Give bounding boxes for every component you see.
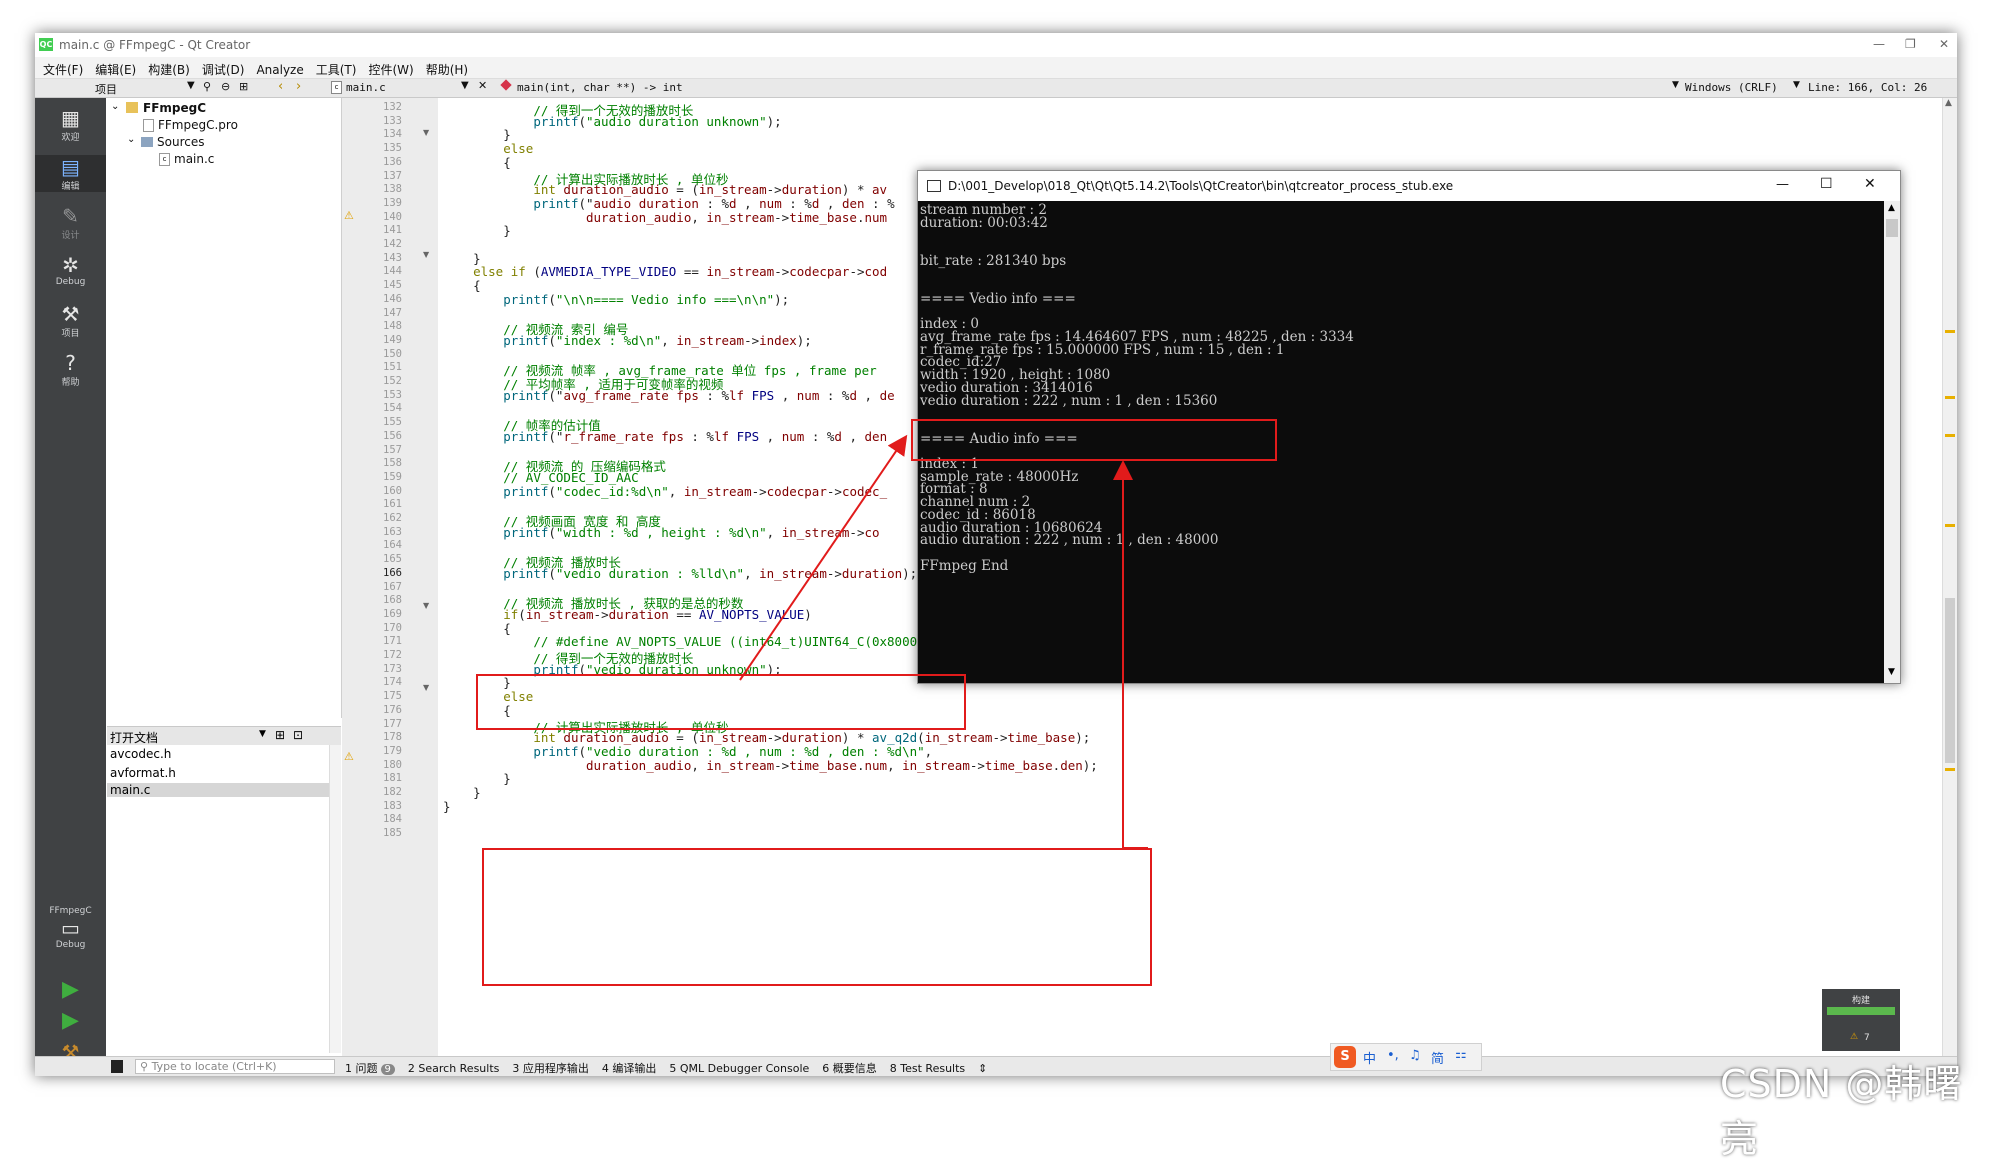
annotation-arrow-2 [1113, 460, 1148, 849]
annotation-arrows [739, 434, 1148, 849]
annotation-arrow-1 [739, 434, 908, 681]
csdn-watermark: CSDN @韩曙亮 [1720, 1062, 1963, 1161]
